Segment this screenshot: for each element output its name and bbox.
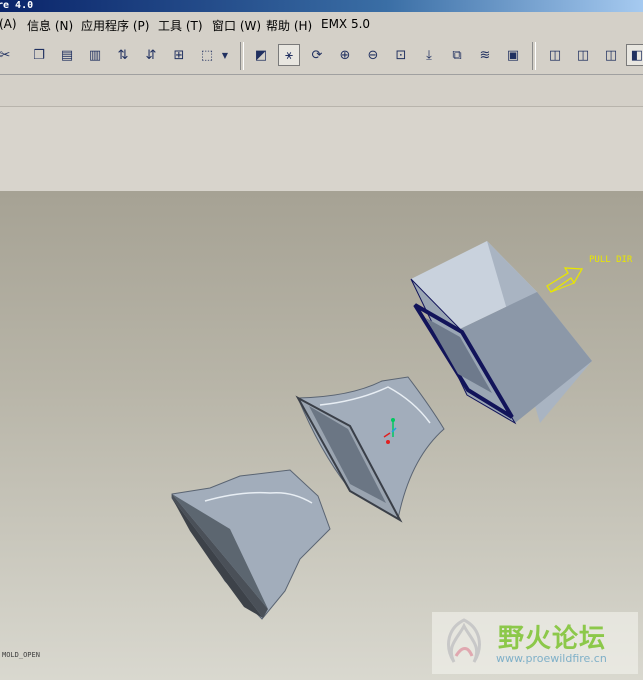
menu-item-analysis[interactable]: (A) (0, 17, 17, 31)
core-insert (171, 469, 331, 620)
pull-direction-label: PULL DIR (589, 255, 633, 265)
wireframe-icon[interactable]: ◫ (544, 44, 566, 66)
menu-item-help[interactable]: 帮助 (H) (266, 17, 312, 34)
menu-item-emx[interactable]: EMX 5.0 (321, 17, 370, 31)
layers-icon[interactable]: ≋ (474, 44, 496, 66)
redraw-icon[interactable]: ◩ (250, 44, 272, 66)
message-area (0, 107, 643, 191)
mold-open-model (171, 241, 592, 620)
main-toolbar: ✂ ❐ ▤ ▥ ⇅ ⇵ ⊞ ⬚ ▼ ◩ ⚹ ⟳ ⊕ ⊖ ⊡ ⤓ ⧉ ≋ ▣ ◫ … (0, 38, 643, 75)
spin-center-icon[interactable]: ⚹ (278, 44, 300, 66)
zoom-out-icon[interactable]: ⊖ (362, 44, 384, 66)
middle-insert (295, 376, 445, 523)
shading-icon[interactable]: ◧ (626, 44, 643, 66)
toolbar-separator (240, 42, 244, 70)
regenerate-icon[interactable]: ⇅ (112, 44, 134, 66)
watermark-title: 野火论坛 (498, 624, 607, 654)
chevron-down-icon[interactable]: ▼ (218, 44, 232, 66)
flame-logo-icon (447, 618, 481, 663)
menu-item-applications[interactable]: 应用程序 (P) (81, 17, 149, 34)
hidden-line-icon[interactable]: ◫ (572, 44, 594, 66)
copy-icon[interactable]: ❐ (28, 44, 50, 66)
reorient-icon[interactable]: ⤓ (418, 44, 440, 66)
toolbar-separator (532, 42, 536, 70)
title-bar: re 4.0 (0, 0, 643, 12)
find-icon[interactable]: ⊞ (168, 44, 190, 66)
menu-bar: (A) 信息 (N) 应用程序 (P) 工具 (T) 窗口 (W) 帮助 (H)… (0, 14, 643, 36)
pull-direction-arrow (546, 267, 584, 293)
cut-icon[interactable]: ✂ (0, 44, 16, 66)
window-title: re 4.0 (0, 0, 34, 11)
refit-icon[interactable]: ⊡ (390, 44, 412, 66)
menu-item-tools[interactable]: 工具 (T) (158, 17, 203, 34)
paste-special-icon[interactable]: ▥ (84, 44, 106, 66)
forum-watermark: 野火论坛 www.proewildfire.cn (432, 612, 638, 674)
regen-manager-icon[interactable]: ⇵ (140, 44, 162, 66)
graphics-window[interactable]: PULL DIR MOLD_OPEN 野火论坛 www.proewildfire… (0, 191, 643, 680)
menu-item-info[interactable]: 信息 (N) (27, 17, 73, 34)
view-name-label: MOLD_OPEN (2, 651, 40, 659)
zoom-in-icon[interactable]: ⊕ (334, 44, 356, 66)
view-manager-icon[interactable]: ▣ (502, 44, 524, 66)
paste-icon[interactable]: ▤ (56, 44, 78, 66)
select-box-icon[interactable]: ⬚ (196, 44, 218, 66)
secondary-toolbar (0, 76, 643, 107)
menu-item-window[interactable]: 窗口 (W) (212, 17, 261, 34)
watermark-url: www.proewildfire.cn (496, 652, 607, 665)
orient-icon[interactable]: ⟳ (306, 44, 328, 66)
saved-views-icon[interactable]: ⧉ (446, 44, 468, 66)
no-hidden-icon[interactable]: ◫ (600, 44, 622, 66)
